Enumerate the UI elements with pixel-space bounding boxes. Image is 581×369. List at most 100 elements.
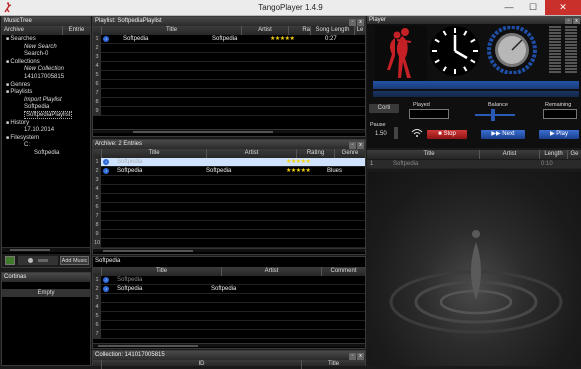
- col-song-length[interactable]: Song Length: [310, 26, 354, 35]
- table-row[interactable]: 2 ♪ Softpedia Softpedia ★★★★★ Blues: [93, 167, 365, 176]
- tree-item[interactable]: ■ Genres: [6, 82, 30, 89]
- minimize-button[interactable]: —: [497, 0, 521, 15]
- panel-float-icon[interactable]: ▫: [349, 353, 356, 360]
- panel-float-icon[interactable]: ▫: [349, 19, 356, 26]
- entries-column[interactable]: Entrie: [62, 26, 90, 35]
- col-artist[interactable]: Artist: [479, 150, 539, 159]
- table-row[interactable]: 5: [93, 312, 365, 321]
- table-row[interactable]: 8: [93, 221, 365, 230]
- table-row[interactable]: 2 ♪ Softpedia Softpedia: [93, 285, 365, 294]
- tree-item[interactable]: C:: [24, 142, 30, 149]
- table-row[interactable]: 7: [93, 212, 365, 221]
- table-row[interactable]: 4: [93, 303, 365, 312]
- archive-column[interactable]: Archive: [2, 26, 62, 35]
- cell-length: 0:27: [325, 36, 337, 42]
- table-row[interactable]: 5: [93, 71, 365, 80]
- wifi-icon[interactable]: [411, 128, 423, 138]
- table-row[interactable]: 1 ♪ Softpedia: [93, 276, 365, 285]
- col-genre[interactable]: Genre: [334, 149, 365, 158]
- panel-float-icon[interactable]: ▫: [349, 142, 356, 149]
- cortina-button[interactable]: Corti: [369, 104, 399, 113]
- tree-item[interactable]: Import Playlist: [24, 97, 62, 104]
- tree-item[interactable]: ■ History: [6, 120, 29, 127]
- tree-item[interactable]: 141017005815: [24, 74, 64, 81]
- col-title[interactable]: Title: [101, 26, 241, 35]
- cell-artist: Softpedia: [212, 36, 238, 42]
- next-button[interactable]: ▶▶ Next: [481, 130, 525, 139]
- col-artist[interactable]: Artist: [206, 149, 296, 158]
- player-background-art: [368, 172, 581, 366]
- tree-item[interactable]: New Collection: [24, 66, 64, 73]
- pause-value[interactable]: 1.50: [375, 131, 387, 137]
- musictree-scrollbar[interactable]: [2, 247, 90, 252]
- panel-close-icon[interactable]: x: [357, 142, 364, 149]
- table-row[interactable]: 5: [93, 194, 365, 203]
- table-row[interactable]: 9: [93, 107, 365, 116]
- col-id[interactable]: ID: [101, 360, 301, 369]
- maximize-button[interactable]: ☐: [521, 0, 545, 15]
- tree-item[interactable]: SoftpediaPlaylist: [24, 111, 73, 119]
- col-rating[interactable]: Rating: [296, 149, 334, 158]
- col-title[interactable]: Title: [101, 149, 206, 158]
- stop-button[interactable]: ■ Stop: [427, 130, 467, 139]
- add-music-button[interactable]: Add Music: [60, 256, 89, 265]
- tree-item[interactable]: Softpedia: [34, 150, 59, 157]
- col-comment[interactable]: Comment: [321, 267, 365, 276]
- table-row[interactable]: 6: [93, 203, 365, 212]
- balance-handle[interactable]: [491, 109, 495, 121]
- tree-item[interactable]: ■ Playlists: [6, 89, 32, 96]
- balance-slider[interactable]: [475, 114, 515, 116]
- table-row[interactable]: 1 ♪ Softpedia Softpedia ★★★★★ 0:27: [93, 35, 365, 44]
- table-row[interactable]: 6: [93, 321, 365, 330]
- col-artist[interactable]: Artist: [241, 26, 288, 35]
- col-title[interactable]: Title: [301, 360, 365, 369]
- cell-title: Softpedia: [123, 36, 149, 42]
- play-button[interactable]: ▶ Play: [539, 130, 579, 139]
- tree-item[interactable]: ■ Collections: [6, 59, 40, 66]
- playlist-scrollbar[interactable]: [93, 129, 365, 133]
- table-row[interactable]: 10: [93, 239, 365, 248]
- panel-close-icon[interactable]: x: [357, 19, 364, 26]
- table-row[interactable]: 4: [93, 185, 365, 194]
- tree-item[interactable]: 17.10.2014: [24, 127, 54, 134]
- music-note-icon: ♪: [103, 277, 109, 283]
- tree-item[interactable]: ■ Filesystem: [6, 135, 39, 142]
- softpedia-scrollbar[interactable]: [93, 343, 365, 347]
- table-row[interactable]: 6: [93, 80, 365, 89]
- close-button[interactable]: ✕: [545, 0, 581, 15]
- pause-stepper[interactable]: [394, 127, 398, 139]
- panel-close-icon[interactable]: x: [357, 353, 364, 360]
- cell-rating: ★★★★★: [286, 168, 311, 174]
- queue-row[interactable]: 1 Softpedia 0:10: [367, 160, 581, 169]
- col-length[interactable]: Length: [539, 150, 567, 159]
- col-ge[interactable]: Ge: [567, 150, 581, 159]
- water-drop-image: [389, 230, 563, 334]
- volume-knob[interactable]: [487, 26, 537, 74]
- table-row[interactable]: 7: [93, 89, 365, 98]
- archive-scrollbar[interactable]: [93, 248, 365, 252]
- table-row[interactable]: 1 ♪ Softpedia ★★★★★: [93, 158, 365, 167]
- slider-icon[interactable]: [38, 259, 48, 262]
- progress-bar-secondary[interactable]: [373, 91, 579, 97]
- table-row[interactable]: 8: [93, 98, 365, 107]
- tree-item[interactable]: ■ Searches: [6, 36, 36, 43]
- row-number: 1: [93, 35, 101, 44]
- col-artist[interactable]: Artist: [221, 267, 321, 276]
- table-row[interactable]: 7: [93, 330, 365, 339]
- tree-item[interactable]: New Search: [24, 44, 57, 51]
- table-row[interactable]: 9: [93, 230, 365, 239]
- table-row[interactable]: 2: [93, 44, 365, 53]
- col-le[interactable]: Le: [354, 26, 365, 35]
- table-row[interactable]: 3: [93, 294, 365, 303]
- add-folder-icon[interactable]: [5, 256, 15, 265]
- col-title[interactable]: Title: [101, 267, 221, 276]
- table-row[interactable]: 3: [93, 53, 365, 62]
- table-row[interactable]: 4: [93, 62, 365, 71]
- table-row[interactable]: 3: [93, 176, 365, 185]
- progress-bar[interactable]: [373, 81, 579, 89]
- row-number: 4: [93, 185, 101, 194]
- cell-artist: Softpedia: [211, 286, 237, 292]
- tree-item[interactable]: Search-0: [24, 51, 48, 58]
- search-icon[interactable]: [28, 258, 33, 263]
- col-title[interactable]: Title: [379, 150, 479, 159]
